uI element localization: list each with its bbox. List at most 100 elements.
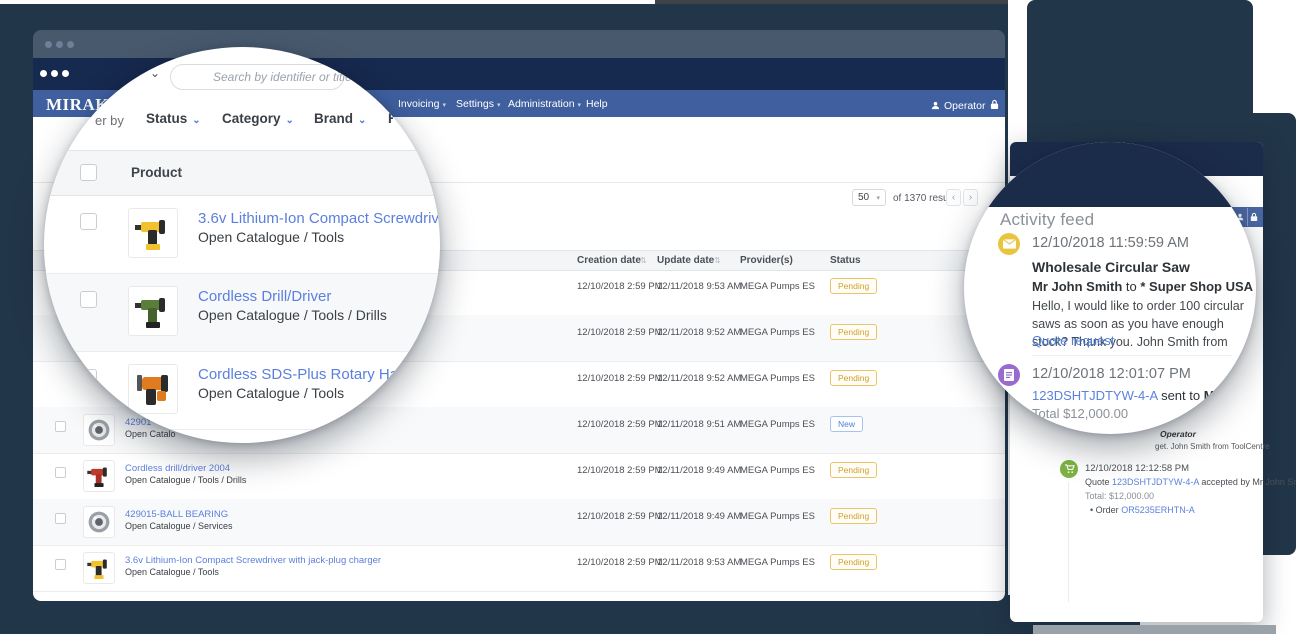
product-link[interactable]: 3.6v Lithium-Ion Compact Screwdriver wit… bbox=[125, 555, 381, 566]
chevron-down-icon: ⌄ bbox=[286, 115, 294, 126]
order-link[interactable]: OR5235ERHTN-A bbox=[1121, 505, 1195, 515]
cell-update: 12/11/2018 9:51 AM bbox=[657, 419, 741, 430]
status-badge: Pending bbox=[830, 554, 877, 570]
quote-link[interactable]: 123DSHTJDTYW-4-A bbox=[1112, 477, 1199, 487]
window-dot[interactable] bbox=[45, 41, 52, 48]
user-icon bbox=[931, 97, 940, 115]
product-category: Open Catalogue / Services bbox=[125, 521, 233, 531]
cell-provider: MEGA Pumps ES bbox=[740, 511, 815, 522]
status-badge: Pending bbox=[830, 370, 877, 386]
panel-titlebar-zoom bbox=[964, 142, 1256, 207]
feed-entry-total: Total: $12,000.00 bbox=[1085, 491, 1154, 501]
product-image-bearing bbox=[83, 506, 115, 538]
row-checkbox[interactable] bbox=[80, 369, 97, 386]
product-image-hammer-orange bbox=[128, 364, 178, 414]
col-update-date[interactable]: Update date bbox=[657, 255, 714, 266]
feed-entry-time: 12/10/2018 11:59:59 AM bbox=[1032, 235, 1189, 251]
nav-item-administration[interactable]: Administration▾ bbox=[508, 98, 581, 110]
chevron-down-icon: ▾ bbox=[497, 102, 501, 109]
sort-icon[interactable]: ⇅ bbox=[640, 256, 647, 265]
product-category: Open Catalogue / Tools bbox=[198, 229, 344, 245]
feed-entry-participants: Mr John Smith to * Super Shop USA bbox=[1032, 279, 1253, 294]
chevron-down-icon[interactable]: ⌄ bbox=[150, 66, 160, 80]
select-all-checkbox[interactable] bbox=[80, 164, 97, 181]
screenshot-stage: MIRAKL Invoicing▾ Settings▾ Administrati… bbox=[0, 0, 1296, 634]
table-row[interactable]: Cordless drill/driver 2004 Open Catalogu… bbox=[33, 453, 1005, 500]
row-checkbox[interactable] bbox=[80, 291, 97, 308]
search-input[interactable]: Search by identifier or title... bbox=[170, 64, 344, 90]
cell-creation: 12/10/2018 2:59 PM bbox=[577, 557, 663, 568]
nav-item-invoicing[interactable]: Invoicing▾ bbox=[398, 98, 446, 110]
cell-provider: MEGA Pumps ES bbox=[740, 419, 815, 430]
chevron-down-icon: ▾ bbox=[442, 102, 446, 109]
product-link[interactable]: 3.6v Lithium-Ion Compact Screwdriver wit… bbox=[198, 210, 440, 227]
product-category: Open Catalogue / Tools / Drills bbox=[198, 307, 387, 323]
filter-brand[interactable]: Brand⌄ bbox=[314, 111, 366, 126]
product-category: Open Catalogue / Tools bbox=[198, 385, 344, 401]
table-row[interactable]: 429015-BALL BEARING Open Catalogue / Ser… bbox=[33, 499, 1005, 546]
feed-entry-subject: Wholesale Circular Saw bbox=[1032, 259, 1190, 275]
page-size-select[interactable]: 50▾ bbox=[852, 189, 886, 206]
user-menu[interactable]: Operator bbox=[931, 97, 985, 115]
quote-request-link[interactable]: Quote request bbox=[1032, 333, 1114, 348]
cell-creation: 12/10/2018 2:59 PM bbox=[577, 511, 663, 522]
feed-entry-total: Total $12,000.00 bbox=[1032, 406, 1128, 421]
table-row[interactable]: 3.6v Lithium-Ion Compact Screwdriver wit… bbox=[33, 545, 1005, 592]
product-image-drill-red bbox=[83, 460, 115, 492]
row-checkbox[interactable] bbox=[55, 513, 66, 524]
cart-icon bbox=[1060, 460, 1078, 478]
window-dot[interactable] bbox=[62, 70, 69, 77]
nav-item-help[interactable]: Help bbox=[586, 98, 608, 110]
product-link[interactable]: Cordless Drill/Driver bbox=[198, 288, 331, 305]
lock-icon[interactable] bbox=[1247, 208, 1262, 226]
quote-link[interactable]: 123DSHTJDTYW-4-A bbox=[1032, 388, 1157, 403]
feed-entry-time: 12/10/2018 12:01:07 PM bbox=[1032, 366, 1191, 382]
magnifier-bubble-products: ⌄ Search by identifier or title... er by… bbox=[44, 47, 440, 443]
chevron-down-icon: ▾ bbox=[876, 194, 880, 202]
product-row-zoom[interactable]: Cordless Drill/Driver Open Catalogue / T… bbox=[44, 274, 440, 352]
row-checkbox[interactable] bbox=[55, 467, 66, 478]
feed-divider bbox=[1032, 355, 1232, 356]
filter-by-label-fragment: er by bbox=[95, 113, 124, 128]
window-dot[interactable] bbox=[67, 41, 74, 48]
product-link[interactable]: 429015-BALL BEARING bbox=[125, 509, 228, 520]
cell-provider: MEGA Pumps ES bbox=[740, 557, 815, 568]
product-row-zoom[interactable]: 3.6v Lithium-Ion Compact Screwdriver wit… bbox=[44, 196, 440, 274]
cell-update: 12/11/2018 9:53 AM bbox=[657, 281, 741, 292]
status-badge: Pending bbox=[830, 462, 877, 478]
col-provider: Provider(s) bbox=[740, 255, 793, 266]
filter-status[interactable]: Status⌄ bbox=[146, 111, 201, 126]
window-dot[interactable] bbox=[51, 70, 58, 77]
cell-provider: MEGA Pumps ES bbox=[740, 281, 815, 292]
window-dot[interactable] bbox=[40, 70, 47, 77]
window-dot[interactable] bbox=[56, 41, 63, 48]
feed-fragment: Operator bbox=[1160, 429, 1196, 439]
feed-entry-text: Quote 123DSHTJDTYW-4-A accepted by Mr Jo… bbox=[1085, 477, 1296, 487]
prev-page-button[interactable]: ‹ bbox=[946, 189, 961, 206]
cell-update: 12/11/2018 9:52 AM bbox=[657, 327, 741, 338]
product-link[interactable]: Cordless drill/driver 2004 bbox=[125, 463, 230, 474]
cell-provider: MEGA Pumps ES bbox=[740, 465, 815, 476]
mail-icon bbox=[998, 233, 1020, 255]
col-creation-date[interactable]: Creation date bbox=[577, 255, 641, 266]
document-icon bbox=[998, 364, 1020, 386]
nav-item-settings[interactable]: Settings▾ bbox=[456, 98, 500, 110]
product-image-drill-yellow bbox=[128, 208, 178, 258]
cell-creation: 12/10/2018 2:59 PM bbox=[577, 465, 663, 476]
user-label: Operator bbox=[944, 100, 985, 112]
sort-icon[interactable]: ⇅ bbox=[714, 256, 721, 265]
row-checkbox[interactable] bbox=[80, 213, 97, 230]
feed-entry-order: • Order OR5235ERHTN-A bbox=[1090, 505, 1195, 515]
cell-update: 12/11/2018 9:52 AM bbox=[657, 373, 741, 384]
product-image-drill-yellow bbox=[83, 552, 115, 584]
search-placeholder: Search by identifier or title... bbox=[171, 70, 362, 84]
filter-category[interactable]: Category⌄ bbox=[222, 111, 294, 126]
chevron-down-icon: ⌄ bbox=[192, 115, 200, 126]
lock-icon[interactable] bbox=[990, 97, 999, 115]
chevron-down-icon: ⌄ bbox=[358, 115, 366, 126]
row-checkbox[interactable] bbox=[55, 559, 66, 570]
bullet-icon: • bbox=[1090, 505, 1093, 515]
product-row-zoom[interactable]: Cordless SDS-Plus Rotary Hammer Open Cat… bbox=[44, 352, 440, 430]
product-category: Open Catalogue / Tools / Drills bbox=[125, 475, 246, 485]
product-link[interactable]: Cordless SDS-Plus Rotary Hammer bbox=[198, 366, 436, 383]
